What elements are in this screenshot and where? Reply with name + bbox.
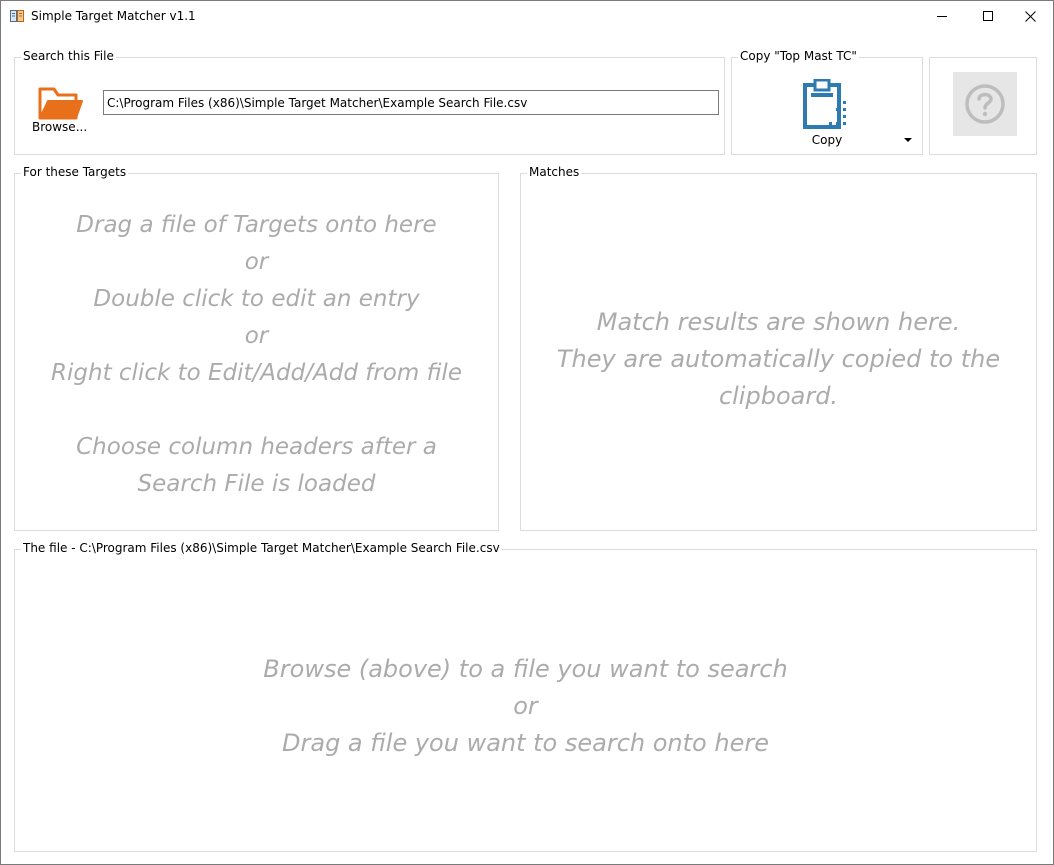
maximize-icon (983, 11, 993, 21)
file-hint-line: Drag a file you want to search onto here (282, 729, 769, 757)
help-group (929, 57, 1037, 155)
caret-down-icon (904, 138, 912, 142)
copy-group-label: Copy "Top Mast TC" (738, 49, 859, 63)
search-file-group-label: Search this File (21, 49, 116, 63)
close-button[interactable] (1007, 1, 1053, 31)
targets-hint-line: or (244, 323, 269, 349)
targets-hint-line: Choose column headers after a (76, 434, 437, 460)
maximize-button[interactable] (965, 1, 1011, 31)
folder-open-icon (38, 87, 83, 120)
search-file-group: Search this File Browse... (14, 49, 725, 155)
copy-button-label: Copy (811, 133, 843, 147)
app-icon (10, 9, 24, 23)
targets-hint-line: Right click to Edit/Add/Add from file (51, 360, 462, 386)
minimize-button[interactable] (919, 1, 965, 31)
clipboard-icon (803, 79, 846, 129)
app-window: Simple Target Matcher v1.1 Search this F… (0, 0, 1054, 865)
targets-hint-line: or (244, 249, 269, 275)
browse-button[interactable]: Browse... (30, 82, 90, 138)
question-icon (965, 84, 1005, 124)
browse-label: Browse... (32, 120, 88, 134)
targets-hint-line (15, 392, 498, 429)
targets-group[interactable]: For these Targets Drag a file of Targets… (14, 165, 499, 531)
targets-hint-line: Search File is loaded (137, 471, 376, 497)
targets-hint-line: Drag a file of Targets onto here (76, 212, 437, 238)
file-hint-line: or (513, 692, 538, 720)
matches-hint-line: clipboard. (718, 382, 839, 410)
file-group[interactable]: The file - C:\Program Files (x86)\Simple… (14, 541, 1037, 852)
targets-hint-line: Double click to edit an entry (93, 286, 420, 312)
targets-hint: Drag a file of Targets onto here or Doub… (15, 207, 498, 503)
matches-hint-line: Match results are shown here. (596, 308, 961, 336)
file-hint-line: Browse (above) to a file you want to sea… (263, 655, 788, 683)
matches-group[interactable]: Matches Match results are shown here. Th… (520, 165, 1037, 531)
matches-group-label: Matches (527, 165, 582, 179)
close-icon (1024, 10, 1036, 22)
window-title: Simple Target Matcher v1.1 (31, 9, 196, 23)
help-button[interactable] (953, 72, 1017, 136)
file-hint: Browse (above) to a file you want to sea… (15, 651, 1036, 762)
copy-dropdown-button[interactable] (902, 134, 914, 144)
search-file-path-input[interactable] (103, 90, 719, 115)
copy-group: Copy "Top Mast TC" Copy (731, 49, 923, 155)
minimize-icon (937, 16, 947, 17)
file-group-label: The file - C:\Program Files (x86)\Simple… (21, 541, 502, 555)
title-bar[interactable]: Simple Target Matcher v1.1 (1, 1, 1053, 31)
targets-group-label: For these Targets (21, 165, 129, 179)
matches-hint: Match results are shown here. They are a… (521, 304, 1036, 415)
matches-hint-line: They are automatically copied to the (556, 345, 1001, 373)
copy-button[interactable]: Copy (792, 76, 862, 148)
